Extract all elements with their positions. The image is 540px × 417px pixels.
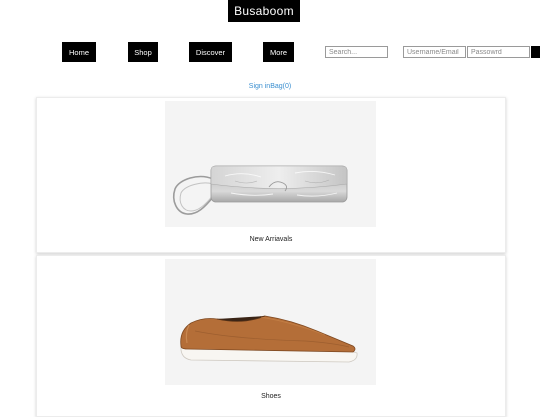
search-input[interactable] <box>325 46 388 58</box>
nav-more-button[interactable]: More <box>263 42 294 62</box>
nav-home-button[interactable]: Home <box>62 42 96 62</box>
product-card-shoes[interactable]: Shoes <box>36 255 506 417</box>
nav-shop-button[interactable]: Shop <box>128 42 158 62</box>
brown-slip-on-shoe-image[interactable] <box>165 259 376 385</box>
nav-discover-button[interactable]: Discover <box>189 42 232 62</box>
brand-logo[interactable]: Busaboom <box>228 0 300 22</box>
login-submit-button[interactable] <box>531 46 540 58</box>
account-links: Sign inBag(0) <box>0 83 540 90</box>
product-card-new-arrivals[interactable]: New Arriavals <box>36 97 506 253</box>
silver-clutch-bag-image[interactable] <box>165 101 376 227</box>
sign-in-link[interactable]: Sign in <box>249 83 270 90</box>
password-field[interactable] <box>467 46 530 58</box>
product-label[interactable]: Shoes <box>37 393 505 400</box>
product-label[interactable]: New Arriavals <box>37 236 505 243</box>
username-email-field[interactable] <box>403 46 466 58</box>
bag-link[interactable]: Bag(0) <box>270 83 291 90</box>
